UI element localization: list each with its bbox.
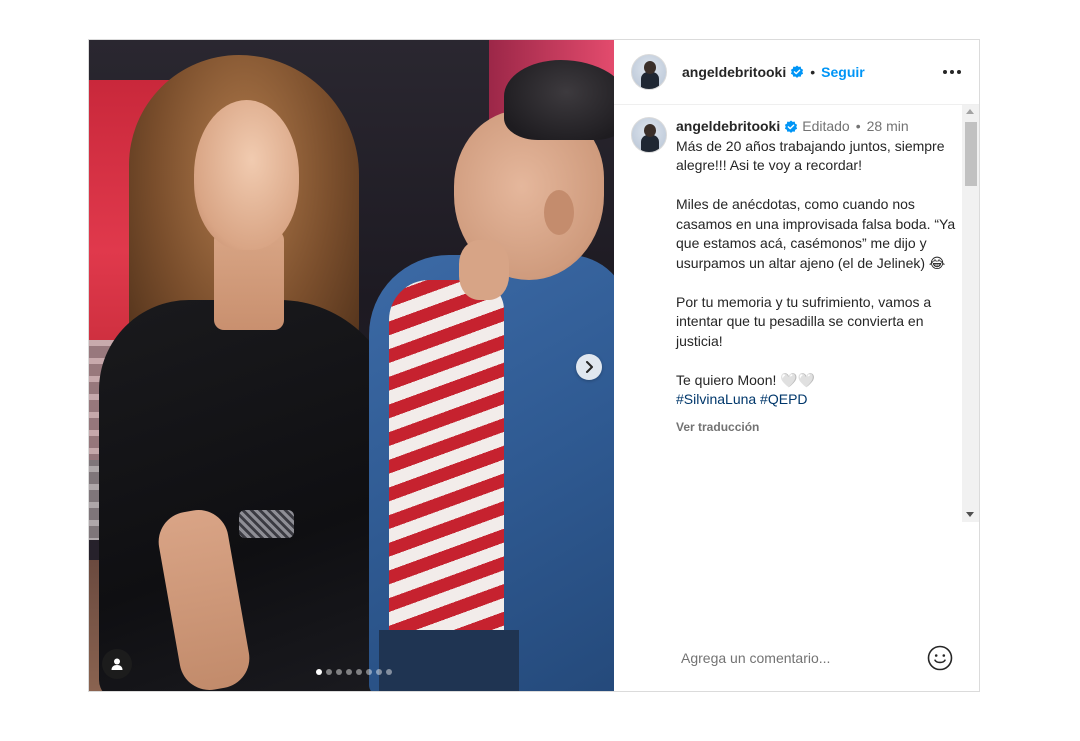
follow-button[interactable]: Seguir [821,64,865,80]
scroll-up-arrow-icon[interactable] [966,109,974,114]
woman-face [194,100,299,250]
woman-dress [99,300,399,691]
scrollbar[interactable] [962,105,979,522]
instagram-post: angeldebritooki • Seguir angeldebritooki… [88,39,980,692]
author-username[interactable]: angeldebritooki [682,64,786,80]
carousel-dot [375,669,382,675]
man-pants [379,630,519,691]
comment-input[interactable] [681,650,901,666]
carousel-dot [335,669,342,675]
avatar[interactable] [631,117,667,153]
caption-hashtags[interactable]: #SilvinaLuna #QEPD [676,390,956,410]
scroll-down-arrow-icon[interactable] [966,512,974,517]
carousel-next-button[interactable] [576,354,602,380]
avatar[interactable] [631,54,667,90]
carousel-dot [355,669,362,675]
carousel-dot [325,669,332,675]
post-side-panel: angeldebritooki • Seguir angeldebritooki… [614,40,979,691]
post-time[interactable]: 28 min [867,117,909,137]
caption-closing: Te quiero Moon! 🤍🤍 [676,371,816,388]
caption-scroll-area[interactable]: angeldebritooki Editado • 28 min Más de … [614,105,979,625]
post-header: angeldebritooki • Seguir [614,40,979,105]
carousel-dot [385,669,392,675]
comment-bar [614,625,979,691]
separator-dot: • [855,118,861,134]
carousel-dot [315,669,322,675]
chevron-right-icon [586,361,593,373]
caption-body: angeldebritooki Editado • 28 min Más de … [676,117,956,437]
scrollbar-thumb[interactable] [965,122,977,186]
caption-paragraph: Por tu memoria y tu sufrimiento, vamos a… [676,293,932,349]
caption-header: angeldebritooki Editado • 28 min [676,117,956,137]
verified-badge-icon [790,65,804,79]
carousel-dot [365,669,372,675]
see-translation-link[interactable]: Ver traducción [676,418,956,438]
woman-belt [239,510,294,538]
man-striped-shirt [389,280,504,640]
man-hair [504,60,614,140]
caption-paragraph: Más de 20 años trabajando juntos, siempr… [676,137,945,174]
man-ear [544,190,574,235]
more-options-button[interactable] [943,64,961,80]
woman-hand [459,240,509,300]
caption-paragraph: Miles de anécdotas, como cuando nos casa… [676,196,956,271]
post-photo[interactable] [89,40,614,691]
carousel-indicator [89,669,614,675]
smiley-icon[interactable] [927,645,953,671]
caption-username[interactable]: angeldebritooki [676,117,780,137]
more-icon [943,70,947,74]
separator-dot: • [810,64,816,80]
caption: angeldebritooki Editado • 28 min Más de … [631,117,956,437]
verified-badge-icon [784,120,798,134]
carousel-dot [345,669,352,675]
edited-label: Editado [802,118,850,134]
